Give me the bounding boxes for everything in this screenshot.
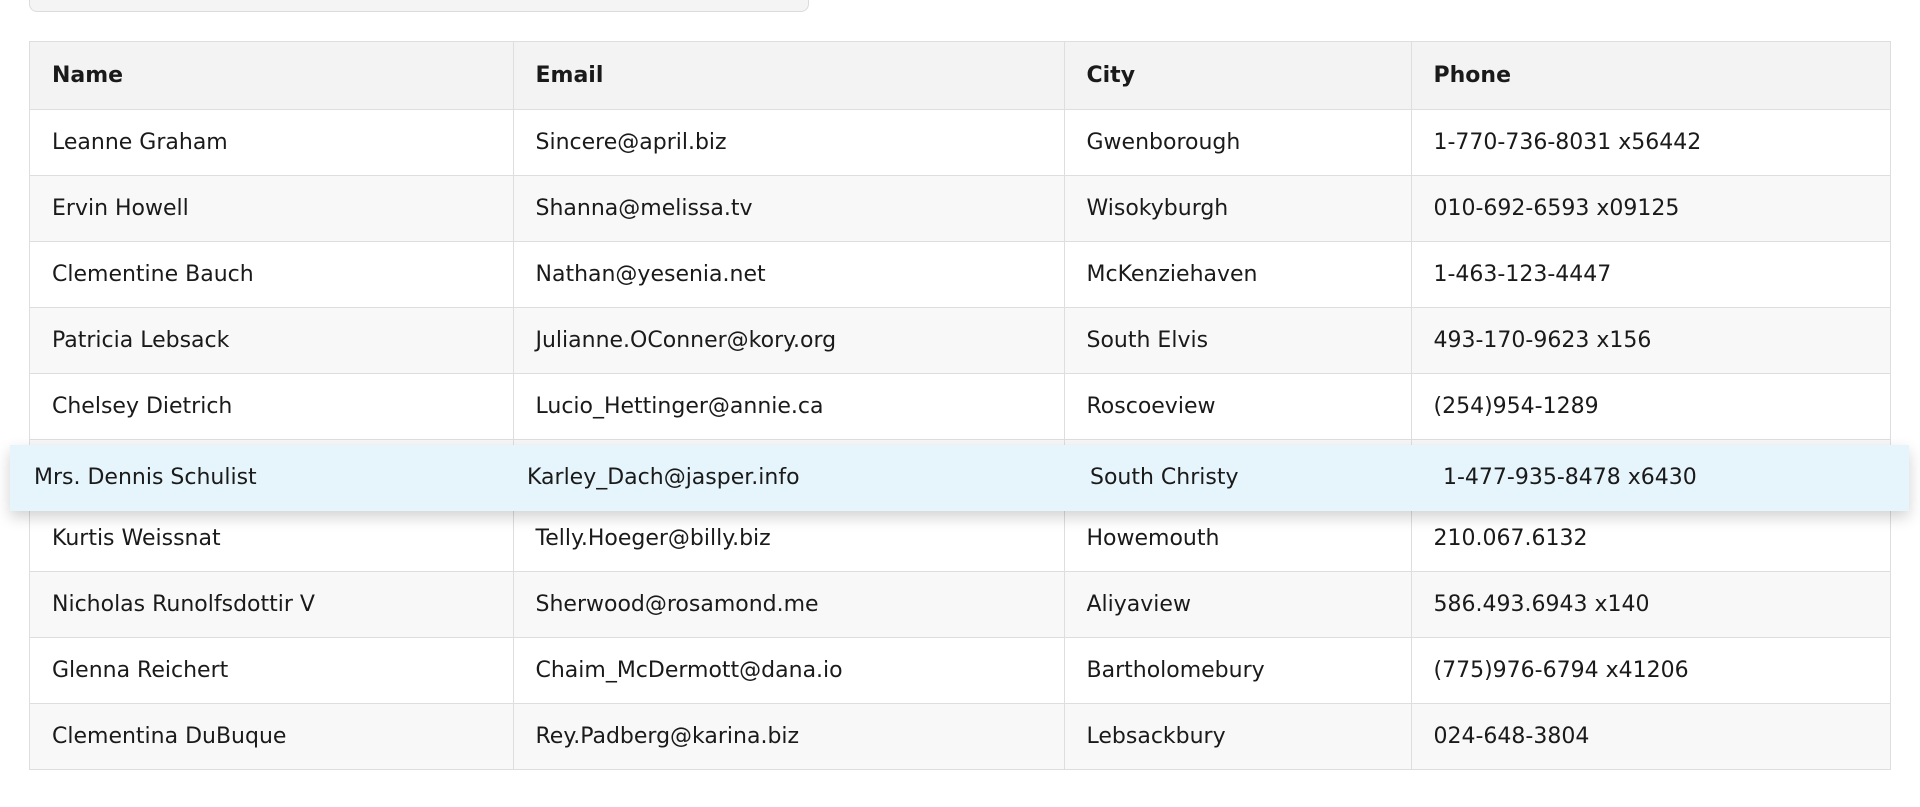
users-table: Name Email City Phone Leanne Graham Sinc…: [29, 41, 1891, 770]
search-input[interactable]: [29, 0, 809, 12]
cell-email: Lucio_Hettinger@annie.ca: [513, 373, 1065, 440]
column-header-name[interactable]: Name: [30, 42, 514, 110]
cell-name: Glenna Reichert: [30, 637, 514, 704]
cell-city: Lebsackbury: [1064, 703, 1412, 769]
cell-city: Aliyaview: [1064, 571, 1412, 638]
table-row[interactable]: Kurtis Weissnat Telly.Hoeger@billy.biz H…: [30, 505, 1890, 572]
cell-city: Wisokyburgh: [1064, 175, 1412, 242]
cell-phone: (254)954-1289: [1411, 373, 1890, 440]
dragged-table-row[interactable]: Mrs. Dennis Schulist Karley_Dach@jasper.…: [10, 445, 1909, 511]
cell-name: Patricia Lebsack: [30, 307, 514, 374]
cell-city: Gwenborough: [1064, 109, 1412, 176]
table-row[interactable]: Ervin Howell Shanna@melissa.tv Wisokybur…: [30, 175, 1890, 242]
cell-city: Roscoeview: [1064, 373, 1412, 440]
cell-name: Mrs. Dennis Schulist: [34, 465, 257, 490]
cell-email: Telly.Hoeger@billy.biz: [513, 505, 1065, 572]
cell-city: Bartholomebury: [1064, 637, 1412, 704]
table-header-row: Name Email City Phone: [30, 42, 1890, 110]
cell-phone: 024-648-3804: [1411, 703, 1890, 769]
table-row[interactable]: Patricia Lebsack Julianne.OConner@kory.o…: [30, 307, 1890, 374]
table-row[interactable]: Nicholas Runolfsdottir V Sherwood@rosamo…: [30, 571, 1890, 638]
table-row[interactable]: Chelsey Dietrich Lucio_Hettinger@annie.c…: [30, 373, 1890, 440]
cell-email: Chaim_McDermott@dana.io: [513, 637, 1065, 704]
cell-email: Sincere@april.biz: [513, 109, 1065, 176]
table-row[interactable]: Glenna Reichert Chaim_McDermott@dana.io …: [30, 637, 1890, 704]
cell-phone: 1-770-736-8031 x56442: [1411, 109, 1890, 176]
cell-name: Chelsey Dietrich: [30, 373, 514, 440]
cell-city: Howemouth: [1064, 505, 1412, 572]
cell-phone: 210.067.6132: [1411, 505, 1890, 572]
cell-phone: 586.493.6943 x140: [1411, 571, 1890, 638]
cell-city: McKenziehaven: [1064, 241, 1412, 308]
cell-phone: 010-692-6593 x09125: [1411, 175, 1890, 242]
cell-email: Julianne.OConner@kory.org: [513, 307, 1065, 374]
cell-name: Clementine Bauch: [30, 241, 514, 308]
cell-phone: 493-170-9623 x156: [1411, 307, 1890, 374]
cell-phone: 1-463-123-4447: [1411, 241, 1890, 308]
table-row[interactable]: Clementine Bauch Nathan@yesenia.net McKe…: [30, 241, 1890, 308]
cell-city: South Elvis: [1064, 307, 1412, 374]
column-header-email[interactable]: Email: [513, 42, 1065, 110]
cell-email: Karley_Dach@jasper.info: [527, 465, 800, 490]
table-row[interactable]: Clementina DuBuque Rey.Padberg@karina.bi…: [30, 703, 1890, 769]
cell-name: Leanne Graham: [30, 109, 514, 176]
cell-name: Clementina DuBuque: [30, 703, 514, 769]
cell-email: Nathan@yesenia.net: [513, 241, 1065, 308]
cell-email: Shanna@melissa.tv: [513, 175, 1065, 242]
cell-name: Ervin Howell: [30, 175, 514, 242]
cell-phone: 1-477-935-8478 x6430: [1443, 465, 1697, 490]
cell-city: South Christy: [1090, 465, 1239, 490]
cell-email: Sherwood@rosamond.me: [513, 571, 1065, 638]
cell-name: Kurtis Weissnat: [30, 505, 514, 572]
cell-email: Rey.Padberg@karina.biz: [513, 703, 1065, 769]
column-header-city[interactable]: City: [1064, 42, 1412, 110]
cell-phone: (775)976-6794 x41206: [1411, 637, 1890, 704]
cell-name: Nicholas Runolfsdottir V: [30, 571, 514, 638]
column-header-phone[interactable]: Phone: [1411, 42, 1890, 110]
table-row[interactable]: Leanne Graham Sincere@april.biz Gwenboro…: [30, 109, 1890, 176]
